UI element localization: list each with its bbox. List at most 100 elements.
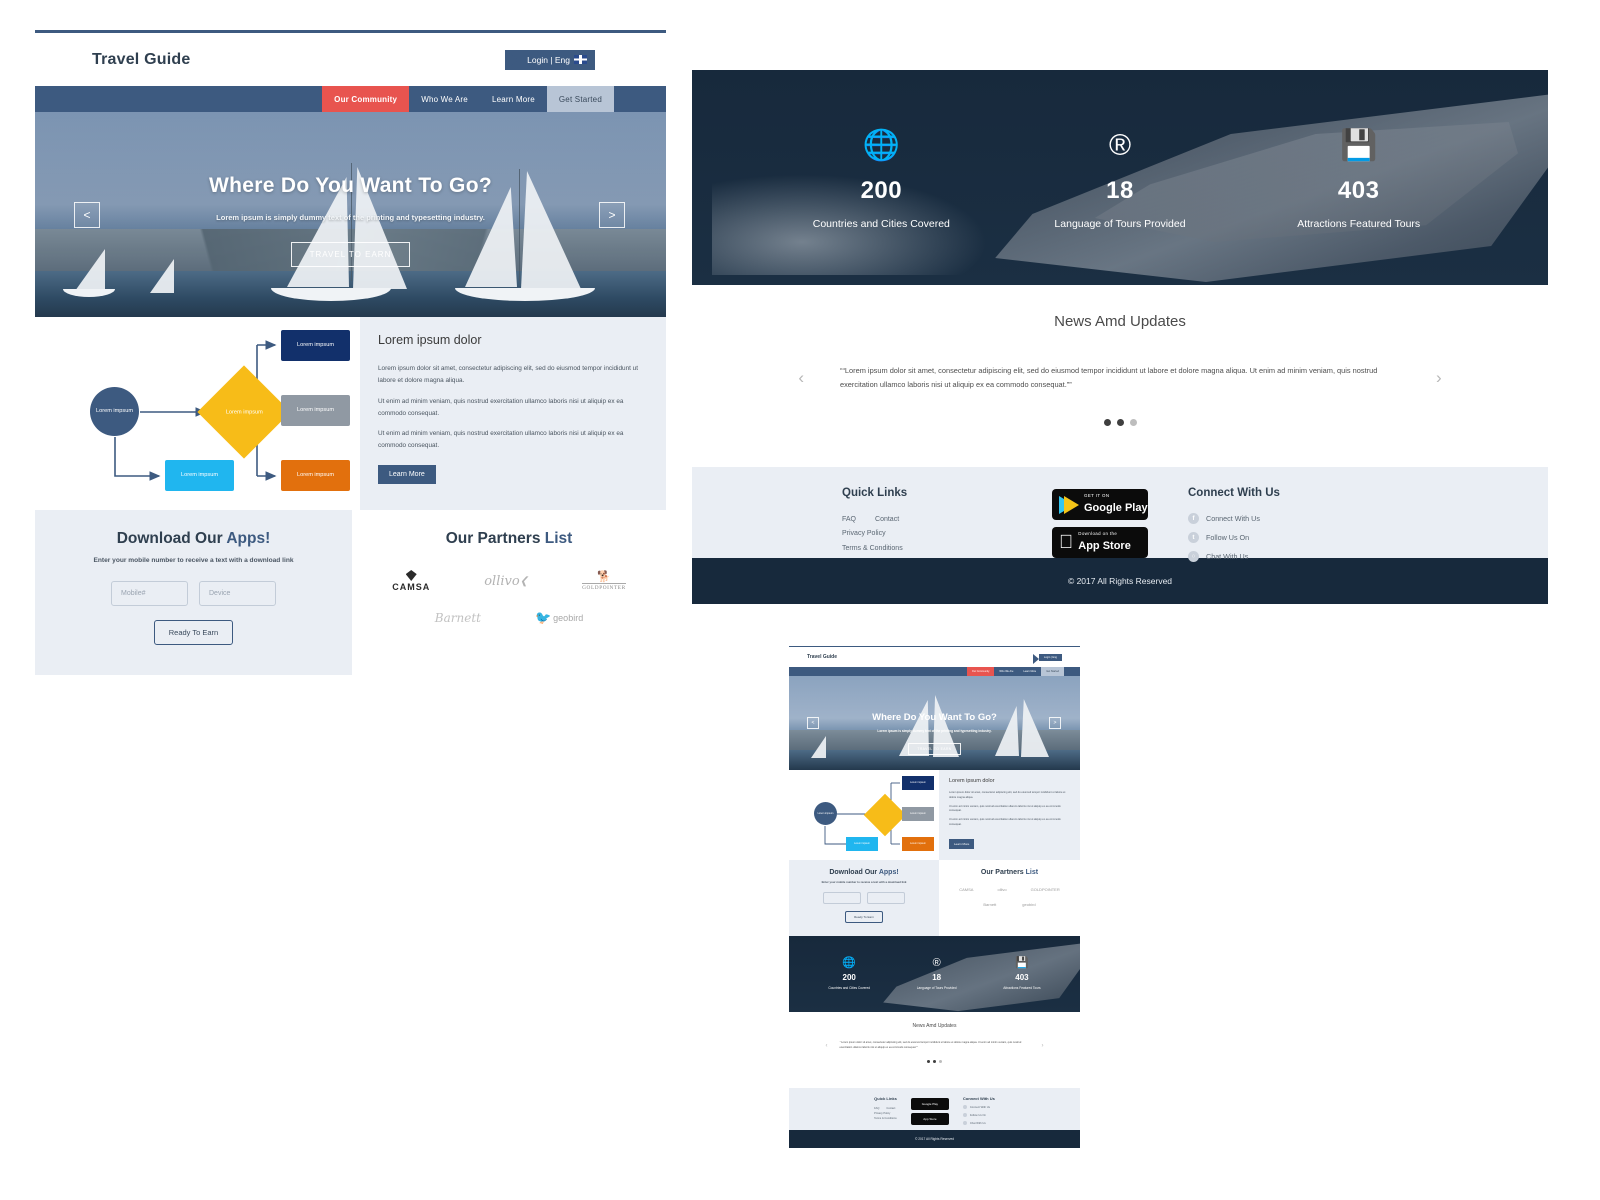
thumb-logo-row-1: CAMSA ollivo GOLDPOINTER <box>939 887 1080 892</box>
partner-logo-camsa: CAMSA <box>392 570 430 592</box>
thumb-login-button: Login | Eng <box>1032 653 1062 664</box>
social-link-twitter[interactable]: t Follow Us On <box>1188 532 1398 543</box>
apple-icon:  <box>1059 533 1073 552</box>
thumb-news-section: News Amd Updates ‹ ““Lorem ipsum dolor s… <box>789 1012 1080 1088</box>
thumb-stats-row: 🌐 200 Countries and Cities Covered ® 18 … <box>789 936 1080 1012</box>
thumb-dot <box>927 1060 930 1064</box>
news-prev-button[interactable]: ‹ <box>762 368 840 388</box>
nav-item-who-we-are[interactable]: Who We Are <box>409 86 480 112</box>
thumb-nav-learn-more: Learn More <box>1023 670 1037 673</box>
thumb-nav-get-started: Get Started <box>1041 667 1064 676</box>
thumb-hero-content: Where Do You Want To Go? Lorem ipsum is … <box>789 676 1080 756</box>
social-link-facebook[interactable]: f Connect With Us <box>1188 513 1398 524</box>
nav-item-learn-more[interactable]: Learn More <box>479 86 547 112</box>
thumb-stats-banner: 🌐 200 Countries and Cities Covered ® 18 … <box>789 936 1080 1012</box>
thumb-hero-title: Where Do You Want To Go? <box>872 712 997 723</box>
ready-to-earn-button[interactable]: Ready To Earn <box>154 620 233 645</box>
twitter-icon: t <box>1188 532 1199 543</box>
diagram-node-output-2: Lorem impsum <box>281 395 350 426</box>
thumb-copyright: © 2017 All Rights Reserved <box>789 1130 1080 1148</box>
hero-title: Where Do You Want To Go? <box>209 174 492 197</box>
login-language-button[interactable]: Login | Eng <box>491 49 595 70</box>
stat-label: Attractions Featured Tours <box>1297 218 1421 230</box>
app-store-badge[interactable]:  Download on the App Store <box>1052 527 1148 558</box>
link-terms-conditions[interactable]: Terms & Conditions <box>842 542 1012 556</box>
thumb-logo-camsa: CAMSA <box>959 887 974 892</box>
social-link-chat[interactable]: ○ Chat With Us <box>1188 551 1398 562</box>
quick-links-list: FAQ Contact Privacy Policy Terms & Condi… <box>842 513 1012 556</box>
diagram-node-branch: Lorem impsum <box>165 460 234 491</box>
news-section: News Amd Updates ‹ ““Lorem ipsum dolor s… <box>692 285 1548 467</box>
ribbon-arrow-icon <box>505 49 520 70</box>
registered-trademark-icon: ® <box>1108 129 1132 162</box>
link-privacy-policy[interactable]: Privacy Policy <box>842 527 1012 541</box>
quick-links-inline-row: FAQ Contact <box>842 513 1012 527</box>
social-label: Connect With Us <box>1206 514 1260 523</box>
about-learn-more-button[interactable]: Learn More <box>378 465 436 485</box>
partner-logo-row-1: CAMSA ollivo ❮ 🐕 GOLDPOINTER <box>352 570 666 592</box>
thumb-node-out3: Lorem impsum <box>902 837 934 851</box>
thumb-about-p: Lorem ipsum dolor sit amet, consectetur … <box>949 791 1066 799</box>
thumb-twitter-icon <box>962 1113 967 1117</box>
partner-logo-goldpointer: 🐕 GOLDPOINTER <box>582 570 626 591</box>
thumb-process-section: Lorem impsum Lorem impsum Lorem impsum L… <box>789 770 1080 860</box>
carousel-dot[interactable] <box>1116 419 1124 427</box>
news-quote: ““Lorem ipsum dolor sit amet, consectetu… <box>840 366 1378 389</box>
thumb-news-title: News Amd Updates <box>912 1023 957 1029</box>
thumb-save-icon: 💾 <box>1015 957 1029 969</box>
thumb-nav-who-we-are: Who We Are <box>999 670 1014 673</box>
connect-title: Connect With Us <box>1188 487 1280 499</box>
thumb-logo-row-2: Barnett geobird <box>939 902 1080 907</box>
stats-row: 🌐 200 Countries and Cities Covered ® 18 … <box>692 70 1548 285</box>
apps-partners-section: Download Our Apps! Enter your mobile num… <box>35 510 666 675</box>
thumb-social-1: Connect With Us <box>962 1105 995 1109</box>
link-faq[interactable]: FAQ <box>842 513 856 527</box>
download-apps-subtitle: Enter your mobile number to receive a te… <box>93 557 294 564</box>
bird-logo-icon: 🐦 <box>534 610 552 625</box>
flow-diagram: Lorem impsum Lorem impsum Lorem impsum L… <box>35 317 360 510</box>
thumb-about-panel: Lorem ipsum dolor Lorem ipsum dolor sit … <box>939 770 1080 860</box>
download-apps-panel: Download Our Apps! Enter your mobile num… <box>35 510 352 675</box>
google-play-badge[interactable]: GET IT ON Google Play <box>1052 489 1148 520</box>
nav-item-get-started[interactable]: Get Started <box>546 86 614 112</box>
thumb-apps-panel: Download Our Apps! Enter your mobile num… <box>789 860 939 936</box>
thumb-flow-diagram: Lorem impsum Lorem impsum Lorem impsum L… <box>789 770 939 860</box>
hero-next-button[interactable]: > <box>599 201 625 228</box>
thumb-node-out1: Lorem impsum <box>902 776 934 790</box>
download-apps-title: Download Our Apps! <box>35 530 352 548</box>
diagram-node-start: Lorem impsum <box>90 387 139 436</box>
thumb-header: Travel Guide Login | Eng <box>789 647 1080 667</box>
thumb-mobile-input <box>823 892 861 904</box>
mockup-column-top: Travel Guide Login | Eng Our Community W… <box>35 30 666 675</box>
login-label: Login | Eng <box>527 54 570 65</box>
stat-value: 18 <box>1106 177 1134 204</box>
full-page-thumbnail-preview[interactable]: Travel Guide Login | Eng Our Community W… <box>789 646 1080 1148</box>
thumb-social-3: Chat With Us <box>962 1121 995 1125</box>
brand-logo: Travel Guide <box>92 50 191 68</box>
hero-cta-button[interactable]: TRAVEL TO EARN <box>290 242 411 267</box>
thumb-dot <box>939 1060 942 1064</box>
thumb-navigation: Our Community Who We Are Learn More Get … <box>789 667 1080 676</box>
stats-banner: 🌐 200 Countries and Cities Covered ® 18 … <box>692 70 1548 285</box>
thumb-apps-title: Download Our Apps! <box>829 869 899 876</box>
device-input[interactable]: Device <box>199 581 276 606</box>
news-next-button[interactable]: › <box>1400 368 1478 388</box>
thumb-hero: < > Where Do You Want To Go? Lorem ipsum… <box>789 676 1080 770</box>
thumb-apps-subtitle: Enter your mobile number to receive a te… <box>821 880 907 884</box>
link-contact[interactable]: Contact <box>875 513 899 527</box>
hero-prev-button[interactable]: < <box>74 201 100 228</box>
site-header: Travel Guide Login | Eng <box>35 33 666 86</box>
carousel-dot[interactable] <box>1103 419 1111 427</box>
mockup-column-bottom: 🌐 200 Countries and Cities Covered ® 18 … <box>692 64 1548 604</box>
thumb-news-next: › <box>1041 1042 1044 1049</box>
nav-item-our-community[interactable]: Our Community <box>322 86 410 112</box>
mobile-number-input[interactable]: Mobile# <box>111 581 188 606</box>
partners-title-accent: List <box>544 530 573 547</box>
stat-label: Countries and Cities Covered <box>812 218 950 230</box>
carousel-dot[interactable] <box>1129 419 1137 427</box>
page-root: Travel Guide Login | Eng Our Community W… <box>0 0 1600 1200</box>
partner-logo-barnett: Barnett <box>434 611 481 625</box>
apps-title-main: Download Our <box>116 530 227 547</box>
thumb-hero-prev: < <box>807 717 819 729</box>
news-title: News Amd Updates <box>1054 313 1186 330</box>
